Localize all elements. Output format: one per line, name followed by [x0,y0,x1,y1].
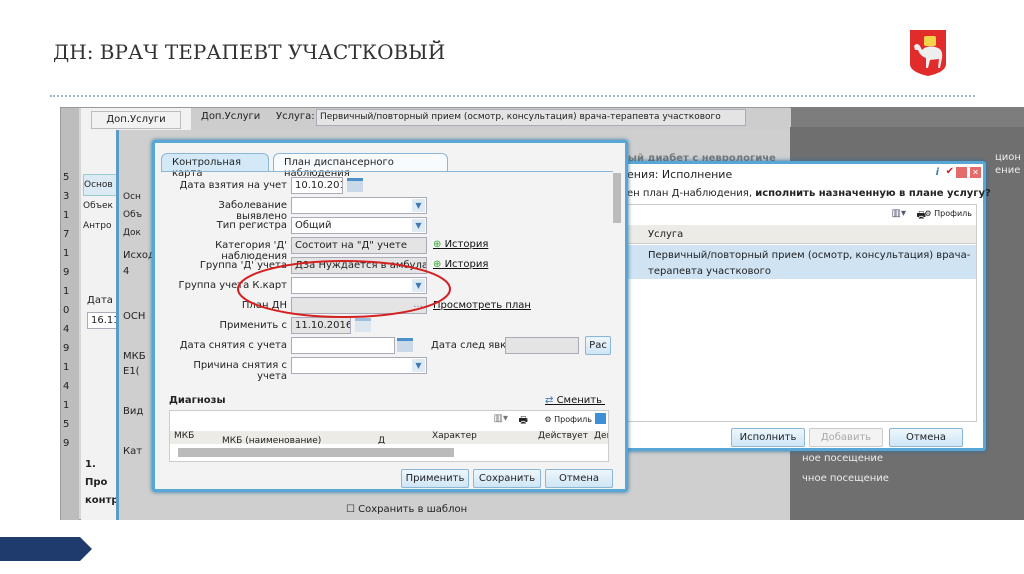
right-column-text: цион ение [995,152,1021,176]
divider [50,95,975,97]
annotation-ellipse [237,260,451,318]
app-screenshot: 531719104914159 Доп.Услуги Основ Объек А… [60,107,1024,520]
slide-arrow-decoration [0,537,92,561]
slide-title: ДН: ВРАЧ ТЕРАПЕВТ УЧАСТКОВЫЙ [53,40,446,64]
coat-of-arms-logo [910,30,946,76]
